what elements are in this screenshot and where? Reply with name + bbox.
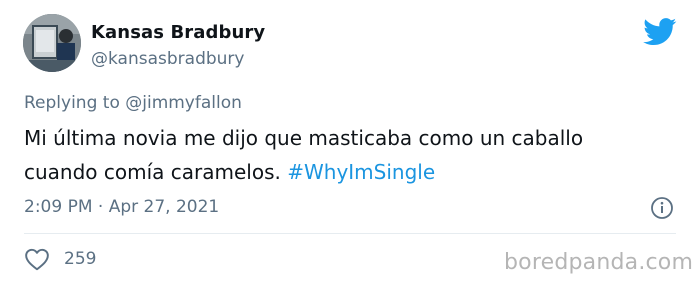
watermark: boredpanda.com (504, 250, 694, 275)
hashtag-link[interactable]: #WhyImSingle (287, 160, 435, 184)
author-handle[interactable]: @kansasbradbury (91, 49, 244, 69)
twitter-bird-icon[interactable] (643, 18, 677, 46)
replying-to[interactable]: Replying to @jimmyfallon (24, 93, 242, 113)
author-name[interactable]: Kansas Bradbury (91, 22, 265, 43)
tweet-card: Kansas Bradbury @kansasbradbury Replying… (0, 0, 700, 286)
tweet-timestamp[interactable]: 2:09 PM · Apr 27, 2021 (24, 197, 219, 217)
like-count: 259 (64, 249, 97, 269)
heart-icon[interactable] (24, 247, 50, 271)
avatar[interactable] (23, 14, 81, 72)
avatar-image (23, 14, 81, 72)
info-icon[interactable] (650, 196, 674, 220)
tweet-body: Mi última novia me dijo que masticaba co… (24, 121, 644, 189)
divider (24, 233, 676, 234)
